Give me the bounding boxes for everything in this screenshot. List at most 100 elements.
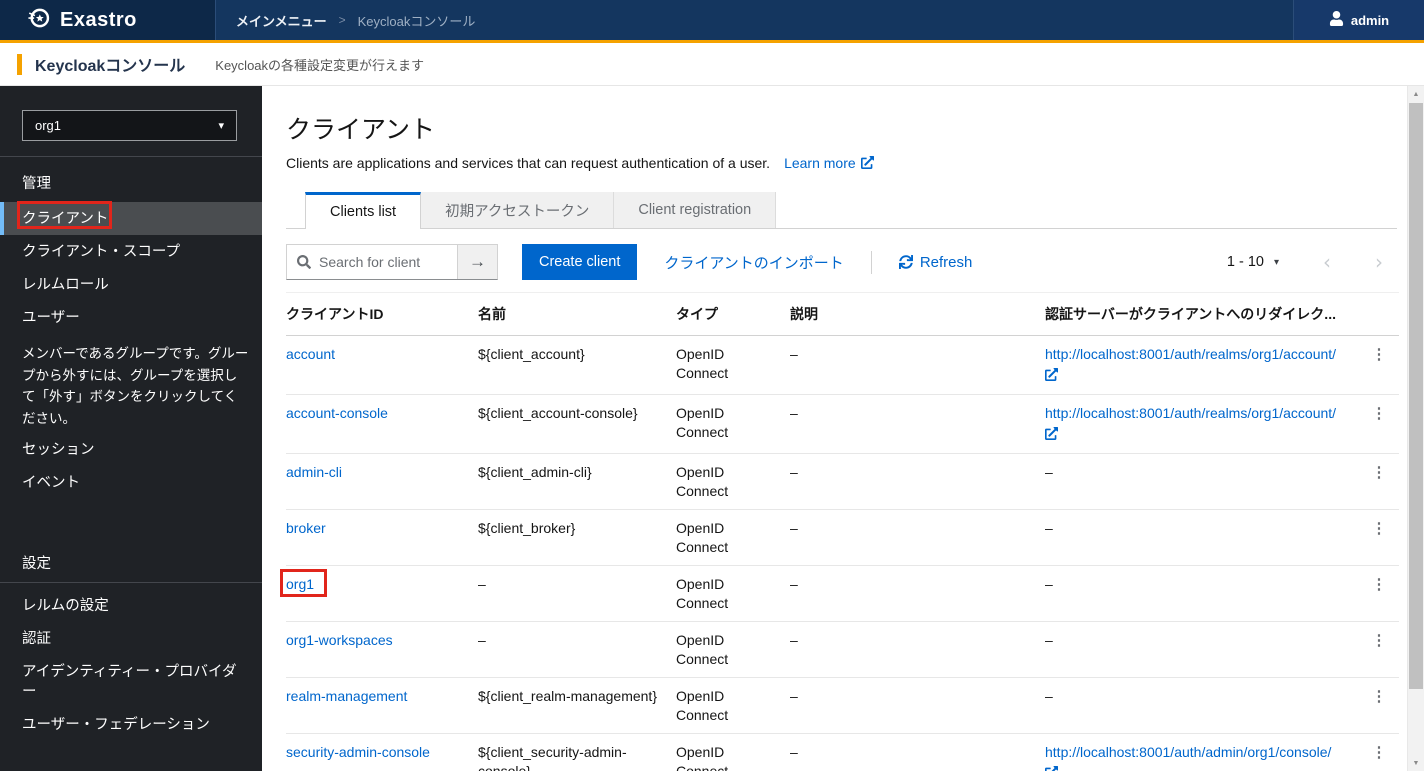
pagination-next-button[interactable]: ›: [1375, 252, 1383, 272]
table-row: realm-management ${client_realm-manageme…: [286, 677, 1399, 734]
kebab-menu-icon[interactable]: ⋮: [1372, 576, 1387, 593]
sidebar-item-authentication[interactable]: 認証: [0, 622, 262, 655]
kebab-menu-icon[interactable]: ⋮: [1372, 464, 1387, 481]
client-id-link[interactable]: realm-management: [286, 688, 407, 704]
redirect-uri-link[interactable]: http://localhost:8001/auth/realms/org1/a…: [1045, 346, 1336, 362]
brand-name: Exastro: [60, 8, 137, 31]
client-type: OpenID Connect: [676, 509, 790, 566]
tab-clients-list[interactable]: Clients list: [305, 192, 422, 229]
tab-initial-access-token[interactable]: 初期アクセストークン: [421, 192, 615, 228]
client-id-link-org1[interactable]: org1: [286, 576, 314, 592]
search-group: →: [286, 244, 498, 280]
sidebar-item-realm-roles[interactable]: レルムロール: [0, 268, 262, 301]
table-row: org1 – OpenID Connect – – ⋮: [280, 565, 1399, 622]
sidebar: org1 ▾ 管理 クライアント クライアント・スコープ レルムロール ユーザー…: [0, 86, 262, 771]
external-link-icon[interactable]: [1045, 367, 1343, 386]
learn-more-link[interactable]: Learn more: [784, 155, 874, 171]
col-header-type: タイプ: [676, 292, 790, 336]
top-bar: Exastro メインメニュー > Keycloakコンソール admin: [0, 0, 1424, 43]
col-header-actions: [1359, 292, 1399, 336]
user-menu[interactable]: admin: [1293, 0, 1424, 40]
toolbar: → Create client クライアントのインポート Refresh 1 -…: [286, 244, 1397, 280]
sidebar-item-clients[interactable]: クライアント: [0, 201, 262, 235]
client-redirect-empty: –: [1045, 453, 1359, 510]
sidebar-item-user-federation[interactable]: ユーザー・フェデレーション: [0, 708, 262, 741]
nav-section-manage: 管理: [22, 176, 51, 192]
client-id-link[interactable]: security-admin-console: [286, 744, 430, 760]
client-type: OpenID Connect: [676, 335, 790, 395]
client-description: –: [790, 453, 1045, 510]
sidebar-divider: [0, 582, 262, 583]
pagination-prev-button[interactable]: ‹: [1323, 252, 1331, 272]
sidebar-item-groups[interactable]: メンバーであるグループです。グループから外すには、グループを選択して「外す」ボタ…: [0, 334, 262, 433]
search-icon: [297, 255, 311, 274]
create-client-button[interactable]: Create client: [522, 244, 638, 280]
sidebar-item-events[interactable]: イベント: [0, 466, 262, 499]
col-header-redirect-uri: 認証サーバーがクライアントへのリダイレク...: [1045, 292, 1359, 336]
client-id-link[interactable]: broker: [286, 520, 326, 536]
sidebar-item-sessions[interactable]: セッション: [0, 433, 262, 466]
kebab-menu-icon[interactable]: ⋮: [1372, 405, 1387, 422]
table-row: account-console ${client_account-console…: [286, 394, 1399, 454]
table-row: admin-cli ${client_admin-cli} OpenID Con…: [286, 453, 1399, 510]
tab-client-registration[interactable]: Client registration: [614, 192, 777, 228]
search-input[interactable]: [287, 245, 457, 279]
client-id-link[interactable]: account-console: [286, 405, 388, 421]
client-id-link[interactable]: admin-cli: [286, 464, 342, 480]
realm-select[interactable]: org1 ▾: [22, 110, 237, 141]
kebab-menu-icon[interactable]: ⋮: [1372, 346, 1387, 363]
external-link-icon[interactable]: [1045, 426, 1343, 445]
client-type: OpenID Connect: [676, 733, 790, 771]
exastro-logo-icon: [26, 5, 52, 36]
sidebar-item-clients-label: クライアント: [22, 211, 109, 227]
client-type: OpenID Connect: [676, 621, 790, 678]
client-name: ${client_account-console}: [478, 394, 676, 454]
client-id-link[interactable]: org1-workspaces: [286, 632, 393, 648]
scrollbar-thumb[interactable]: [1409, 103, 1423, 689]
pagination-caret-icon[interactable]: ▾: [1274, 257, 1279, 268]
client-name: ${client_realm-management}: [478, 677, 676, 734]
title-accent-bar: [17, 53, 22, 75]
pagination-range[interactable]: 1 - 10: [1227, 254, 1264, 270]
sidebar-item-client-scopes[interactable]: クライアント・スコープ: [0, 235, 262, 268]
refresh-link[interactable]: Refresh: [898, 254, 972, 271]
client-description: –: [790, 565, 1045, 622]
brand-logo[interactable]: Exastro: [0, 0, 216, 40]
redirect-uri-link[interactable]: http://localhost:8001/auth/realms/org1/a…: [1045, 405, 1336, 421]
scroll-up-icon[interactable]: ▲: [1408, 86, 1424, 102]
kebab-menu-icon[interactable]: ⋮: [1372, 520, 1387, 537]
kebab-menu-icon[interactable]: ⋮: [1372, 632, 1387, 649]
client-redirect-empty: –: [1045, 621, 1359, 678]
refresh-icon: [898, 255, 913, 269]
client-id-link[interactable]: account: [286, 346, 335, 362]
client-redirect-empty: –: [1045, 509, 1359, 566]
chevron-down-icon: ▾: [218, 120, 224, 132]
scroll-down-icon[interactable]: ▼: [1408, 755, 1424, 771]
client-type: OpenID Connect: [676, 394, 790, 454]
clients-description: Clients are applications and services th…: [286, 155, 1397, 172]
external-link-icon: [860, 156, 874, 172]
vertical-scrollbar[interactable]: ▲ ▼: [1407, 86, 1424, 771]
toolbar-divider: [870, 250, 872, 274]
sidebar-item-users[interactable]: ユーザー: [0, 301, 262, 334]
clients-description-text: Clients are applications and services th…: [286, 155, 771, 171]
kebab-menu-icon[interactable]: ⋮: [1372, 688, 1387, 705]
redirect-uri-link[interactable]: http://localhost:8001/auth/admin/org1/co…: [1045, 744, 1331, 760]
kebab-menu-icon[interactable]: ⋮: [1372, 744, 1387, 761]
search-submit-button[interactable]: →: [457, 245, 497, 279]
client-name: –: [478, 621, 676, 678]
import-client-link[interactable]: クライアントのインポート: [664, 252, 843, 273]
client-description: –: [790, 677, 1045, 734]
sidebar-item-realm-settings[interactable]: レルムの設定: [0, 589, 262, 622]
client-name: –: [478, 565, 676, 622]
sidebar-item-identity-providers[interactable]: アイデンティティー・プロバイダー: [0, 655, 262, 708]
col-header-client-id[interactable]: クライアントID: [286, 292, 478, 336]
breadcrumb-main-menu[interactable]: メインメニュー: [236, 11, 327, 30]
breadcrumb-separator-icon: >: [338, 13, 346, 27]
table-row: broker ${client_broker} OpenID Connect –…: [286, 509, 1399, 566]
client-type: OpenID Connect: [676, 453, 790, 510]
external-link-icon[interactable]: [1045, 765, 1343, 771]
tab-bar: Clients list 初期アクセストークン Client registrat…: [286, 192, 1397, 229]
client-redirect-empty: –: [1045, 565, 1359, 622]
client-name: ${client_account}: [478, 335, 676, 395]
